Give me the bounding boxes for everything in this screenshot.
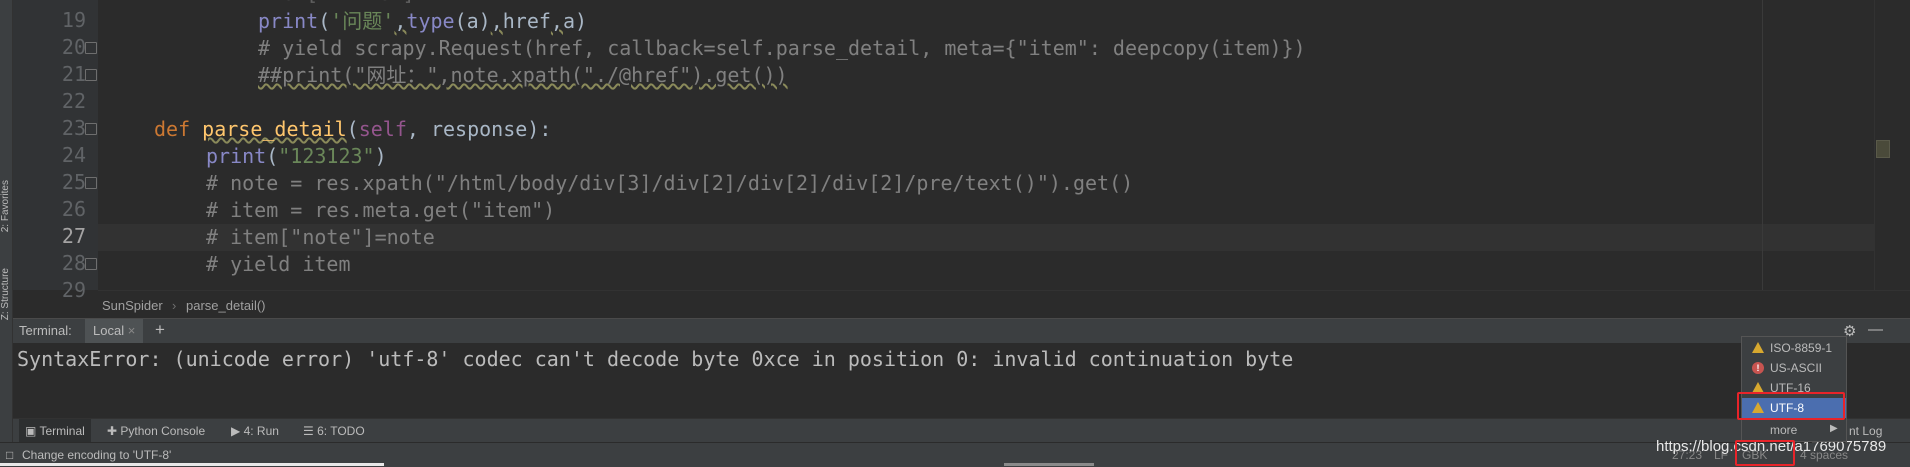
terminal-label: Terminal: (19, 323, 72, 338)
code-line-23: def parse_detail(self, response): (154, 116, 551, 143)
code-line-20: # yield scrapy.Request(href, callback=se… (258, 36, 1306, 60)
code-line-28: # yield item (206, 252, 351, 276)
line-number: 20 (61, 35, 86, 59)
code-line-25: # note = res.xpath("/html/body/div[3]/di… (206, 171, 1134, 195)
tab-run[interactable]: ▶ 4: Run (231, 424, 279, 438)
run-icon: ▶ (231, 424, 241, 438)
tool-window-bar: ▣ Terminal ✚ Python Console ▶ 4: Run ☰ 6… (13, 418, 1910, 443)
list-icon: ☰ (303, 424, 314, 438)
tab-terminal-label: Terminal (39, 424, 85, 438)
fold-marker-icon[interactable] (85, 258, 97, 270)
line-number: 24 (61, 143, 86, 167)
tab-event-log[interactable]: nt Log (1849, 424, 1882, 438)
fold-marker-icon[interactable] (85, 177, 97, 189)
code-line-27: # item["note"]=note (206, 225, 435, 249)
encoding-option-iso-8859-1[interactable]: ISO-8859-1 (1742, 338, 1846, 358)
status-message: Change encoding to 'UTF-8' (22, 448, 172, 462)
code-token: , (394, 9, 407, 33)
code-token: parse_detail (202, 117, 347, 141)
editor-gutter: 19 20 21 22 23 24 25 26 27 28 29 (13, 0, 98, 302)
terminal-icon: ▣ (25, 424, 37, 438)
encoding-popup: ISO-8859-1 ! US-ASCII UTF-16 UTF-8 more ▶ (1741, 336, 1847, 442)
tab-python-console[interactable]: ✚ Python Console (107, 424, 205, 438)
code-token: ( (318, 9, 331, 33)
line-number: 23 (61, 116, 86, 140)
breadcrumb-method[interactable]: parse_detail() (186, 298, 266, 313)
line-number: 28 (61, 251, 86, 275)
line-number: 26 (61, 197, 86, 221)
encoding-more-label: more (1770, 423, 1798, 437)
line-number: 19 (61, 8, 86, 32)
chevron-right-icon: ▶ (1830, 423, 1838, 434)
code-token: a) (562, 9, 588, 33)
status-icon: □ (6, 448, 14, 462)
fold-marker-icon[interactable] (85, 69, 97, 81)
fold-marker-icon[interactable] (85, 42, 97, 54)
line-number: 21 (61, 62, 86, 86)
code-token: , (550, 9, 563, 33)
breadcrumb-class[interactable]: SunSpider (102, 298, 163, 313)
scroll-marker[interactable] (1876, 140, 1890, 158)
code-line-24: print("123123") (206, 143, 387, 170)
code-line-19: print('问题',type(a),href,a) (258, 8, 587, 35)
structure-tool-button[interactable]: Z: Structure (0, 268, 12, 320)
code-line-21: ##print("网址：",note.xpath("./@href").get(… (258, 63, 788, 87)
code-token: def (154, 117, 203, 141)
terminal-output[interactable]: SyntaxError: (unicode error) 'utf-8' cod… (13, 343, 1910, 418)
python-icon: ✚ (107, 424, 118, 438)
tab-local-label: Local (93, 323, 125, 338)
warning-icon (1752, 342, 1764, 353)
code-token: ) (374, 144, 387, 168)
code-token: "123123" (278, 144, 375, 168)
code-token: type (406, 9, 455, 33)
line-number: 25 (61, 170, 86, 194)
code-token: '问题' (330, 9, 395, 33)
code-line-18-partial: item["title"] = t (258, 0, 463, 7)
fold-marker-icon[interactable] (85, 123, 97, 135)
code-token: href (502, 9, 551, 33)
encoding-option-label: ISO-8859-1 (1770, 341, 1833, 355)
tab-todo-label: 6: TODO (317, 424, 365, 438)
minimize-icon[interactable]: — (1868, 321, 1883, 338)
encoding-option-us-ascii[interactable]: ! US-ASCII (1742, 358, 1846, 378)
code-line-26: # item = res.meta.get("item") (206, 198, 556, 222)
highlight-box-encoding (1735, 440, 1795, 466)
code-token: , response): (406, 117, 552, 141)
tab-run-label: 4: Run (243, 424, 279, 438)
code-token: ( (266, 144, 279, 168)
tab-local[interactable]: Local × (85, 319, 144, 343)
code-token: (a) (454, 9, 491, 33)
terminal-header: Terminal: Local × + (13, 318, 1910, 344)
code-editor[interactable]: item["title"] = t print('问题',type(a),hre… (98, 0, 1874, 290)
code-token: print (258, 9, 319, 33)
status-bar: □ Change encoding to 'UTF-8' 27:23 LF GB… (0, 442, 1910, 467)
terminal-error-line: SyntaxError: (unicode error) 'utf-8' cod… (17, 347, 1294, 371)
breadcrumb: SunSpider › parse_detail() (98, 290, 1910, 319)
line-number: 29 (61, 278, 86, 302)
encoding-more[interactable]: more ▶ (1742, 420, 1846, 440)
line-number-current: 27 (61, 224, 86, 248)
add-terminal-button[interactable]: + (155, 320, 165, 340)
error-icon: ! (1752, 362, 1764, 374)
code-token: print (206, 144, 267, 168)
tab-terminal[interactable]: ▣ Terminal (19, 419, 91, 443)
line-number: 22 (61, 89, 86, 113)
code-token: ( (346, 117, 359, 141)
highlight-box-utf8 (1737, 392, 1845, 420)
tab-python-console-label: Python Console (120, 424, 206, 438)
close-icon[interactable]: × (128, 323, 136, 338)
left-tool-strip: 2: Favorites Z: Structure (0, 0, 13, 446)
breadcrumb-separator: › (172, 298, 177, 313)
code-token: self (358, 117, 407, 141)
favorites-tool-button[interactable]: 2: Favorites (0, 180, 12, 232)
encoding-option-label: US-ASCII (1770, 361, 1823, 375)
code-token: , (490, 9, 503, 33)
tab-todo[interactable]: ☰ 6: TODO (303, 424, 365, 438)
right-margin-guide (1762, 0, 1763, 290)
